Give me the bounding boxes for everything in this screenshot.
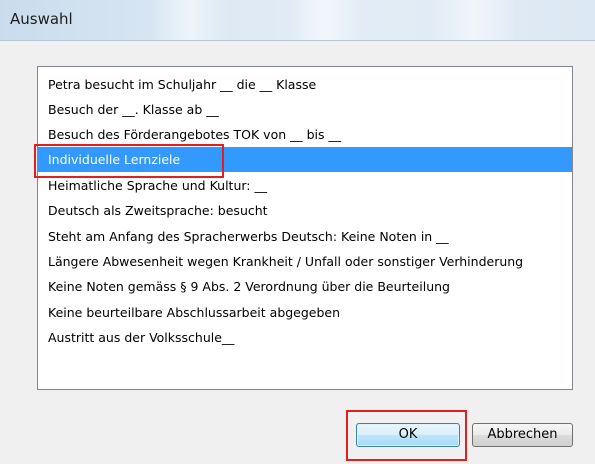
title-bar[interactable]: Auswahl [0,0,595,41]
list-item[interactable]: Austritt aus der Volksschule__ [38,325,572,350]
list-item-selected[interactable]: Individuelle Lernziele [38,147,572,172]
list-item[interactable]: Keine beurteilbare Abschlussarbeit abgeg… [38,300,572,325]
list-item[interactable]: Petra besucht im Schuljahr __ die __ Kla… [38,72,572,97]
selection-listbox[interactable]: Petra besucht im Schuljahr __ die __ Kla… [37,66,573,390]
auswahl-dialog: Auswahl Petra besucht im Schuljahr __ di… [0,0,595,464]
ok-button[interactable]: OK [356,423,460,447]
list-item[interactable]: Deutsch als Zweitsprache: besucht [38,198,572,223]
titlebar-glass-highlight [290,0,360,40]
window-title: Auswahl [10,10,73,28]
list-item[interactable]: Steht am Anfang des Spracherwerbs Deutsc… [38,224,572,249]
titlebar-glass-highlight [430,0,520,40]
list-item[interactable]: Besuch des Förderangebotes TOK von __ bi… [38,122,572,147]
cancel-button[interactable]: Abbrechen [472,423,573,447]
list-item[interactable]: Besuch der __. Klasse ab __ [38,97,572,122]
list-item[interactable]: Längere Abwesenheit wegen Krankheit / Un… [38,249,572,274]
list-item[interactable]: Keine Noten gemäss § 9 Abs. 2 Verordnung… [38,274,572,299]
list-item[interactable]: Heimatliche Sprache und Kultur: __ [38,173,572,198]
titlebar-glass-highlight [150,0,230,40]
